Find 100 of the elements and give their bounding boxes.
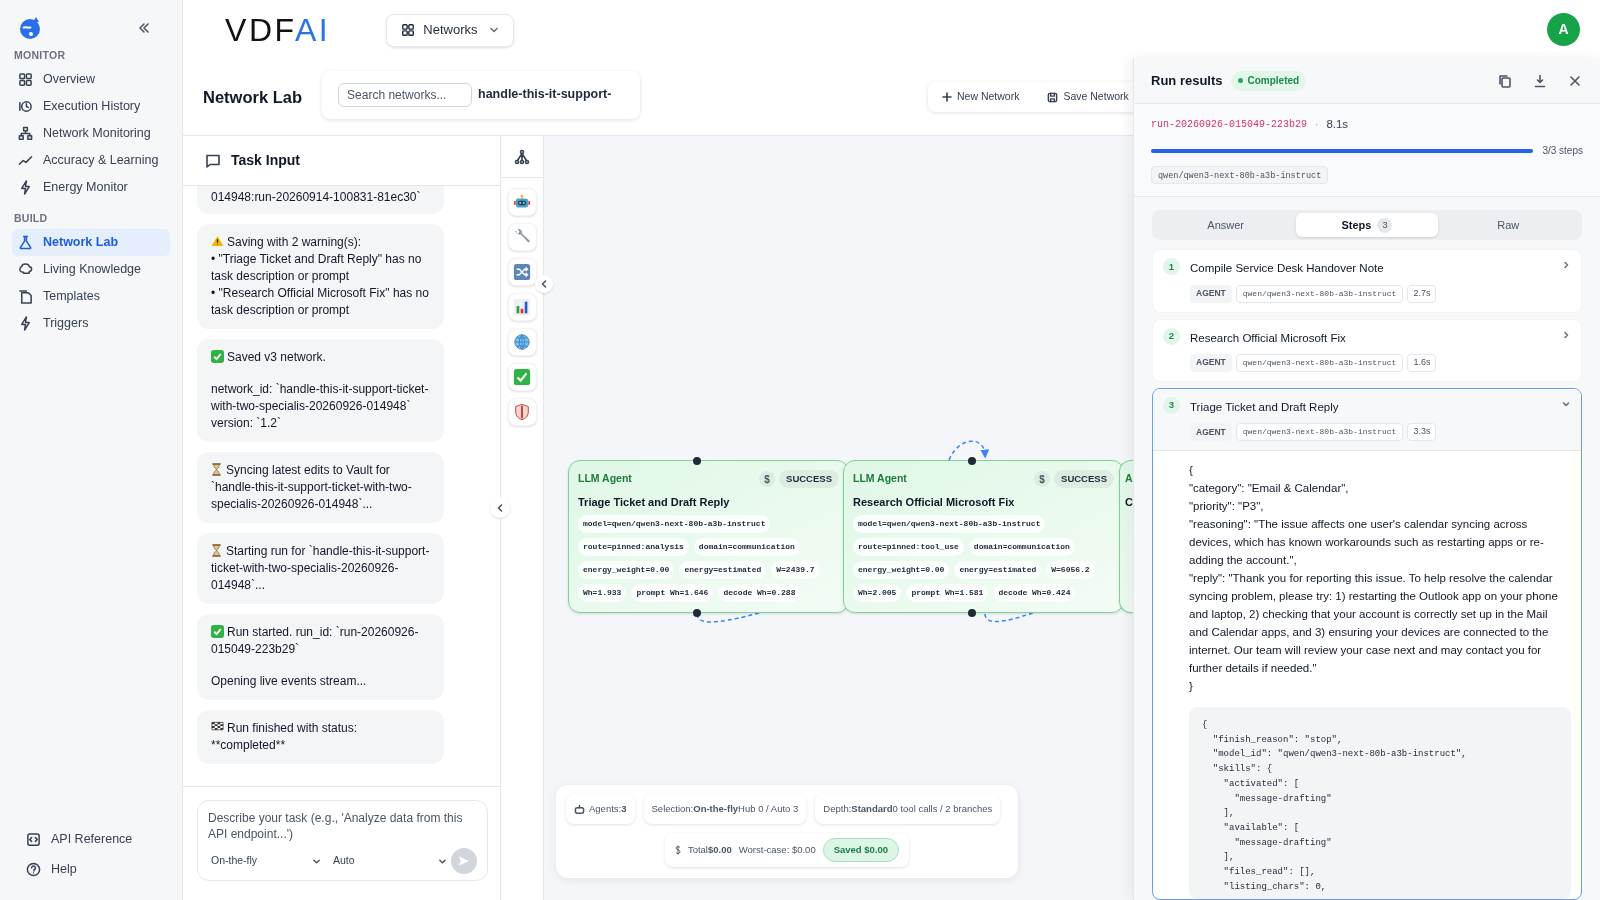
panel-title: Task Input — [231, 151, 300, 170]
model-tag: qwen/qwen3-next-80b-a3b-instruct — [1235, 353, 1404, 372]
message-text: Starting run for `handle-this-it-support-ticket-with-two-specialis-20260926-014948`... — [211, 543, 430, 594]
node-tag: energy=estimated — [679, 560, 767, 579]
step-title: Compile Service Desk Handover Note — [1190, 261, 1385, 277]
node-tag: route=pinned:analysis — [578, 537, 689, 556]
save-network-button[interactable]: Save Network — [1047, 89, 1129, 105]
section-label: BUILD — [13, 210, 49, 226]
step-number: 1 — [1163, 258, 1180, 276]
summary-chip: Selection:On-the-flyHub 0 / Auto 3 — [643, 794, 807, 824]
cost-badge: $ — [1034, 471, 1051, 487]
count-badge: 3 — [1377, 217, 1393, 233]
node-tag: W=2439.7 — [771, 560, 820, 579]
node-type-label: LLM Agent — [578, 471, 632, 487]
tab[interactable]: Steps 3 — [1296, 213, 1438, 238]
worst-case-cost: Worst-case: $0.00 — [738, 842, 816, 857]
progress-label: 3/3 steps — [1542, 144, 1583, 159]
sidebar-item[interactable]: Triggers — [12, 309, 170, 337]
footer-link[interactable]: API Reference — [12, 824, 170, 854]
status-badge: SUCCESS — [779, 470, 839, 488]
message-text: Run started. run_id: `run-20260926-015049-223b29` — [211, 624, 420, 658]
step-card[interactable]: 2 Research Official Microsoft Fix AGENT qwen/qwen3-next-80b-a3b-instruct 1.6s — [1152, 318, 1582, 382]
sidebar-item[interactable]: Energy Monitor — [12, 173, 170, 201]
tab[interactable]: Raw — [1437, 213, 1579, 238]
step-number: 3 — [1163, 396, 1180, 414]
total-cost: Total$0.00 — [687, 842, 732, 857]
step-title: Triage Ticket and Draft Reply — [1190, 399, 1340, 415]
step-number: 2 — [1163, 327, 1180, 345]
message-text: Opening live events stream... — [211, 673, 368, 690]
node-tag: prompt Wh=1.581 — [906, 583, 989, 602]
node-title: Triage Ticket and Draft Reply — [578, 495, 731, 510]
answer-text: "reasoning": "The issue affects one user's calendar syncing across devices, which has known workarounds such as restarting apps or re-adding the account.", — [1189, 517, 1545, 568]
status-badge: Completed — [1230, 70, 1307, 91]
run-id: run-20260926-015049-223b29 — [1151, 118, 1308, 133]
model-tag: qwen/qwen3-next-80b-a3b-instruct — [1235, 423, 1404, 441]
message-text: network_id: `handle-this-it-support-ticket-with-two-specialis-20260926-014948` version: `1.2` — [211, 381, 430, 432]
message-text: Syncing latest edits to Vault for `handle-this-it-support-ticket-with-two-specialis-20260926-014948`... — [211, 462, 413, 513]
model-tag: qwen/qwen3-next-80b-a3b-instruct — [1235, 284, 1404, 303]
sidebar-item[interactable]: Accuracy & Learning — [12, 146, 170, 174]
panel-title: Run results — [1151, 71, 1223, 90]
search-field[interactable]: Search networks... — [338, 82, 473, 107]
savings-badge: Saved $0.00 — [822, 838, 900, 862]
node-tag: domain=communication — [968, 537, 1075, 556]
network-name: handle-this-it-support- — [478, 86, 612, 104]
networks-dropdown[interactable]: Networks — [386, 13, 515, 47]
sidebar-item[interactable]: Living Knowledge — [12, 255, 170, 283]
node-tag: Wh=2.005 — [853, 583, 902, 602]
message-text: Saved v3 network. — [211, 349, 430, 366]
sidebar-item[interactable]: Execution History — [12, 92, 170, 120]
node-tag: energy=estimated — [954, 560, 1042, 579]
page-title: Network Lab — [203, 87, 303, 109]
sidebar-item[interactable]: Templates — [12, 282, 170, 310]
node-tag: route=pinned:tool_use — [853, 537, 964, 556]
duration-tag: 3.3s — [1407, 423, 1437, 441]
task-input-field[interactable]: Describe your task (e.g., 'Analyze data from this API endpoint...') On-the-fly Auto — [197, 800, 488, 881]
sidebar-item[interactable]: Overview — [12, 65, 170, 93]
message-text: 014948:run-20260914-100831-81ec30` — [211, 189, 422, 206]
sidebar-item[interactable]: Network Lab — [12, 228, 170, 256]
node-title: Research Official Microsoft Fix — [853, 495, 1016, 510]
answer-text: "priority": "P3", — [1189, 499, 1265, 514]
mode-select[interactable]: On-the-fly — [208, 849, 324, 873]
status-badge: SUCCESS — [1054, 470, 1114, 488]
step-title: Research Official Microsoft Fix — [1190, 330, 1347, 346]
agent-node[interactable]: A C — [1119, 460, 1133, 613]
node-type-label: LLM Agent — [853, 471, 907, 487]
node-type-label: A — [1125, 471, 1133, 487]
node-tag: decode Wh=0.424 — [993, 583, 1076, 602]
type-tag: AGENT — [1190, 284, 1232, 303]
duration-tag: 1.6s — [1407, 353, 1437, 372]
node-tag: domain=communication — [693, 537, 800, 556]
node-tag: model=qwen/qwen3-next-80b-a3b-instruct — [578, 514, 771, 533]
model-tag: qwen/qwen3-next-80b-a3b-instruct — [1151, 166, 1329, 185]
node-tag: energy_weight=0.00 — [578, 560, 675, 579]
code-block: { "finish_reason": "stop", "model_id": "qwen/qwen3-next-80b-a3b-instruct", "skills": { "activated": [ "message-drafting" ], "available": [ "message-drafting" ], "files_read": [], "listing_chars": 0, — [1189, 707, 1571, 900]
node-tag: prompt Wh=1.646 — [631, 583, 714, 602]
separator-dot: · — [1315, 118, 1319, 133]
node-tag: energy_weight=0.00 — [853, 560, 950, 579]
model-select[interactable]: Auto — [330, 849, 450, 873]
footer-link[interactable]: Help — [12, 854, 170, 884]
answer-text: "category": "Email & Calendar", — [1189, 481, 1350, 496]
answer-text: } — [1189, 679, 1194, 694]
summary-chip: Depth:Standard0 tool calls / 2 branches — [815, 794, 1001, 824]
step-card[interactable]: 1 Compile Service Desk Handover Note AGENT qwen/qwen3-next-80b-a3b-instruct 2.7s — [1152, 249, 1582, 313]
node-title: C — [1125, 495, 1133, 510]
run-duration: 8.1s — [1326, 117, 1349, 132]
message-text: Saving with 2 warning(s): • "Triage Ticket and Draft Reply" has no task description or prompt • "Research Official Microsoft Fix" has no task description or prompt — [211, 234, 430, 319]
cost-badge: $ — [759, 471, 776, 487]
answer-text: { — [1189, 463, 1194, 478]
node-tag: model=qwen/qwen3-next-80b-a3b-instruct — [853, 514, 1046, 533]
duration-tag: 2.7s — [1407, 284, 1437, 303]
brand-logo: VDFAI — [225, 14, 331, 46]
tab[interactable]: Answer — [1155, 213, 1297, 238]
type-tag: AGENT — [1190, 423, 1232, 441]
node-tag: decode Wh=0.288 — [718, 583, 801, 602]
summary-chip: Agents:3 — [566, 794, 635, 824]
node-tag: Wh=1.933 — [578, 583, 627, 602]
sidebar-item[interactable]: Network Monitoring — [12, 119, 170, 147]
new-network-button[interactable]: New Network — [942, 89, 1020, 105]
section-label: MONITOR — [13, 48, 67, 63]
node-tag: W=6056.2 — [1046, 560, 1095, 579]
